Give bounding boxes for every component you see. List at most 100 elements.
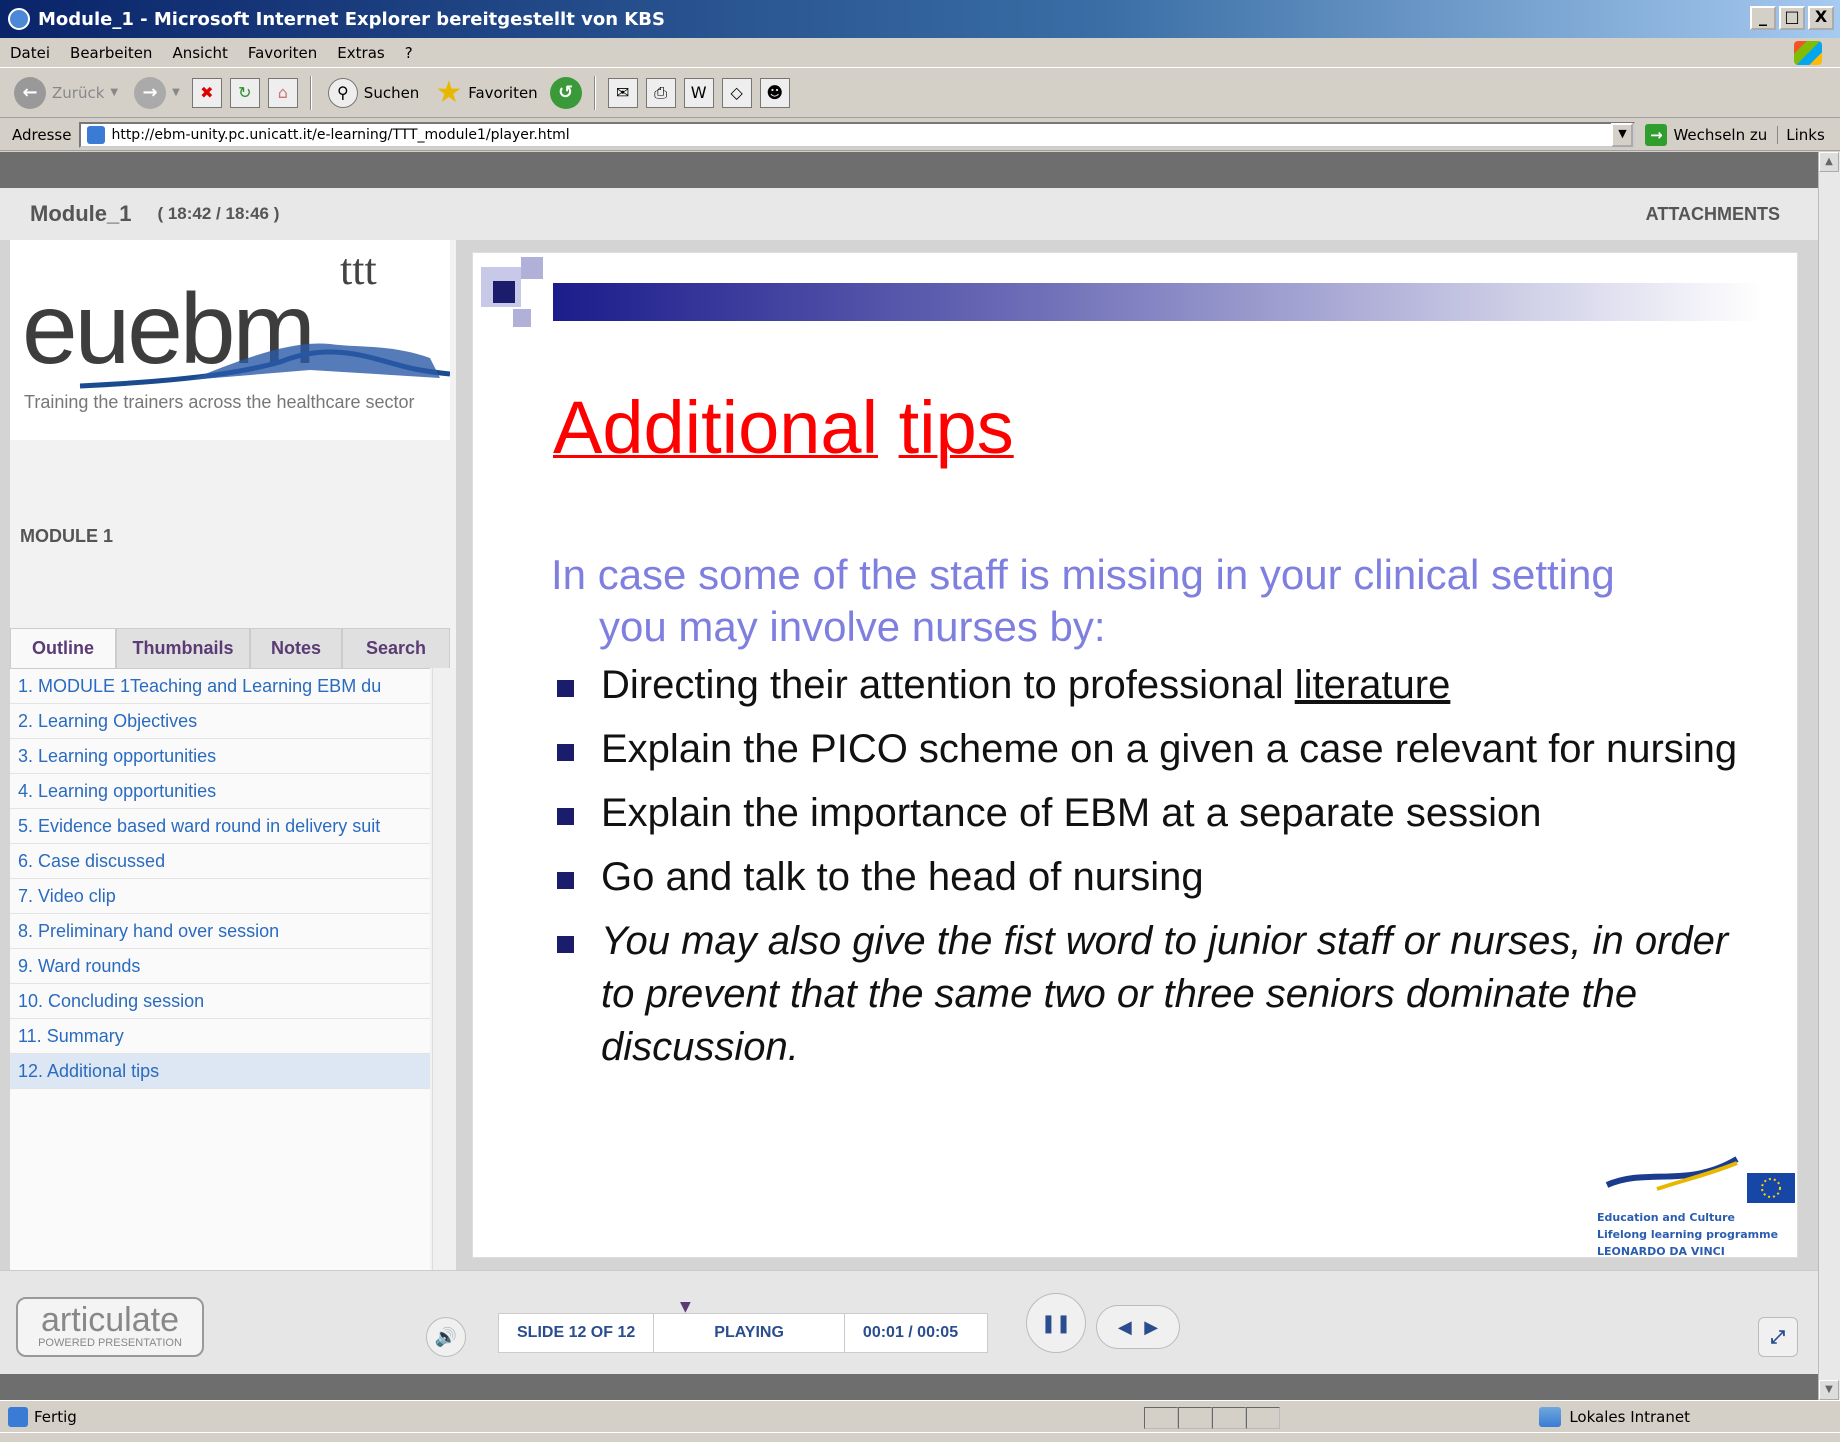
outline-item[interactable]: 8. Preliminary hand over session	[10, 914, 430, 949]
links-button[interactable]: Links	[1777, 125, 1833, 144]
toolbar-separator	[593, 75, 596, 110]
volume-icon[interactable]: 🔊	[426, 1317, 466, 1357]
tab-search[interactable]: Search	[342, 628, 450, 668]
slide: Additional tips In case some of the staf…	[472, 252, 1798, 1258]
outline-list: 1. MODULE 1Teaching and Learning EBM du …	[10, 668, 430, 1348]
page-scrollbar[interactable]: ▲ ▼	[1818, 152, 1840, 1400]
player-top-strip	[0, 152, 1818, 188]
menu-ansicht[interactable]: Ansicht	[162, 44, 237, 62]
slide-title-word: Additional	[553, 386, 879, 469]
outline-item[interactable]: 9. Ward rounds	[10, 949, 430, 984]
outline-item[interactable]: 3. Learning opportunities	[10, 739, 430, 774]
playback-state: PLAYING	[654, 1313, 845, 1353]
articulate-text: articulate	[41, 1301, 179, 1339]
outline-item-selected[interactable]: 12. Additional tips	[10, 1054, 430, 1089]
next-slide-icon[interactable]: ▶	[1144, 1317, 1158, 1338]
outline-item[interactable]: 11. Summary	[10, 1019, 430, 1054]
outline-item[interactable]: 4. Learning opportunities	[10, 774, 430, 809]
outline-item[interactable]: 2. Learning Objectives	[10, 704, 430, 739]
tab-notes[interactable]: Notes	[250, 628, 342, 668]
address-dropdown-icon[interactable]: ▼	[1611, 122, 1634, 147]
page-icon	[87, 125, 106, 144]
outline-item[interactable]: 1. MODULE 1Teaching and Learning EBM du	[10, 669, 430, 704]
outline-item[interactable]: 10. Concluding session	[10, 984, 430, 1019]
player-controls: articulate POWERED PRESENTATION 🔊 ▼ SLID…	[0, 1270, 1818, 1374]
menu-datei[interactable]: Datei	[0, 44, 60, 62]
stop-icon[interactable]: ✖	[191, 77, 222, 108]
outline-scrollbar[interactable]	[432, 668, 456, 1348]
articulate-subtext: POWERED PRESENTATION	[38, 1337, 182, 1349]
bullet-item: Explain the importance of EBM at a separ…	[553, 787, 1753, 840]
chevron-down-icon: ▼	[172, 87, 180, 98]
playback-time: 00:01 / 00:05	[862, 1324, 959, 1341]
page-done-icon	[8, 1406, 28, 1427]
edit-word-icon[interactable]: W	[683, 77, 714, 108]
previous-slide-icon[interactable]: ◀	[1118, 1317, 1132, 1338]
attachments-button[interactable]: ATTACHMENTS	[1646, 204, 1780, 225]
menu-help[interactable]: ?	[395, 44, 423, 62]
deco-square	[513, 309, 531, 327]
slide-intro: In case some of the staff is missing in …	[551, 549, 1701, 653]
minimize-button[interactable]: _	[1750, 6, 1776, 30]
tab-outline[interactable]: Outline	[10, 628, 116, 668]
address-input[interactable]: http://ebm-unity.pc.unicatt.it/e-learnin…	[79, 121, 1636, 148]
scroll-up-icon[interactable]: ▲	[1819, 152, 1839, 172]
prev-next-slide-buttons[interactable]: ◀ ▶	[1096, 1305, 1180, 1349]
favorites-button[interactable]: ★ Favoriten	[431, 73, 541, 113]
playback-status: SLIDE 12 OF 12 PLAYING 00:01 / 00:05	[498, 1313, 988, 1353]
status-panes	[1144, 1407, 1280, 1429]
fullscreen-icon[interactable]: ⤢	[1758, 1317, 1798, 1357]
restore-button[interactable]: □	[1779, 6, 1805, 30]
chevron-down-icon: ▼	[110, 87, 119, 98]
bullet-list: Directing their attention to professiona…	[553, 659, 1753, 1085]
back-button[interactable]: ← Zurück ▼	[10, 73, 122, 113]
refresh-icon[interactable]: ↻	[229, 77, 260, 108]
sidebar: euebm ttt Training the trainers across t…	[10, 240, 456, 1348]
eu-line: LEONARDO DA VINCI	[1597, 1245, 1725, 1258]
pause-icon[interactable]: ❚❚	[1026, 1293, 1086, 1353]
menu-favoriten[interactable]: Favoriten	[238, 44, 327, 62]
player-header: Module_1 ( 18:42 / 18:46 ) ATTACHMENTS	[0, 188, 1818, 240]
scroll-down-icon[interactable]: ▼	[1819, 1380, 1839, 1400]
outline-item[interactable]: 7. Video clip	[10, 879, 430, 914]
home-icon[interactable]: ⌂	[267, 77, 298, 108]
ie-icon	[8, 8, 30, 30]
articulate-player: Module_1 ( 18:42 / 18:46 ) ATTACHMENTS e…	[0, 152, 1818, 1400]
deco-square	[521, 257, 543, 279]
tab-thumbnails[interactable]: Thumbnails	[116, 628, 250, 668]
print-icon[interactable]: ⎙	[645, 77, 676, 108]
intranet-icon	[1539, 1406, 1562, 1427]
close-button[interactable]: X	[1808, 6, 1834, 30]
status-pane	[1178, 1407, 1212, 1429]
star-icon: ★	[435, 75, 463, 110]
window-controls: _ □ X	[1750, 6, 1834, 30]
history-icon[interactable]: ↺	[549, 76, 582, 109]
status-text: Fertig	[34, 1407, 77, 1426]
window-title: Module_1 - Microsoft Internet Explorer b…	[38, 8, 665, 30]
bullet-item: Directing their attention to professiona…	[553, 659, 1753, 712]
mail-icon[interactable]: ✉	[607, 77, 638, 108]
search-icon: ⚲	[327, 77, 358, 108]
go-arrow-icon: →	[1645, 123, 1668, 146]
module-title: Module_1	[30, 201, 132, 226]
status-pane	[1212, 1407, 1246, 1429]
forward-button[interactable]: → ▼	[130, 73, 184, 113]
articulate-logo[interactable]: articulate POWERED PRESENTATION	[16, 1297, 204, 1357]
back-label: Zurück	[52, 83, 105, 102]
windows-logo-icon	[1794, 41, 1822, 65]
sidebar-tabs: Outline Thumbnails Notes Search	[10, 628, 450, 668]
outline-item[interactable]: 6. Case discussed	[10, 844, 430, 879]
literature-link[interactable]: literature	[1295, 663, 1451, 707]
menu-bearbeiten[interactable]: Bearbeiten	[60, 44, 162, 62]
address-label: Adresse	[12, 125, 72, 144]
bullet-item: Explain the PICO scheme on a given a cas…	[553, 723, 1753, 776]
status-pane	[1246, 1407, 1280, 1429]
discuss-icon[interactable]: ◇	[721, 77, 752, 108]
messenger-icon[interactable]: ☻	[759, 77, 790, 108]
go-button[interactable]: → Wechseln zu	[1635, 123, 1777, 146]
menu-bar: Datei Bearbeiten Ansicht Favoriten Extra…	[0, 38, 1840, 68]
search-button[interactable]: ⚲ Suchen	[324, 73, 424, 113]
menu-extras[interactable]: Extras	[327, 44, 394, 62]
outline-item[interactable]: 5. Evidence based ward round in delivery…	[10, 809, 430, 844]
module-time: ( 18:42 / 18:46 )	[157, 204, 280, 223]
